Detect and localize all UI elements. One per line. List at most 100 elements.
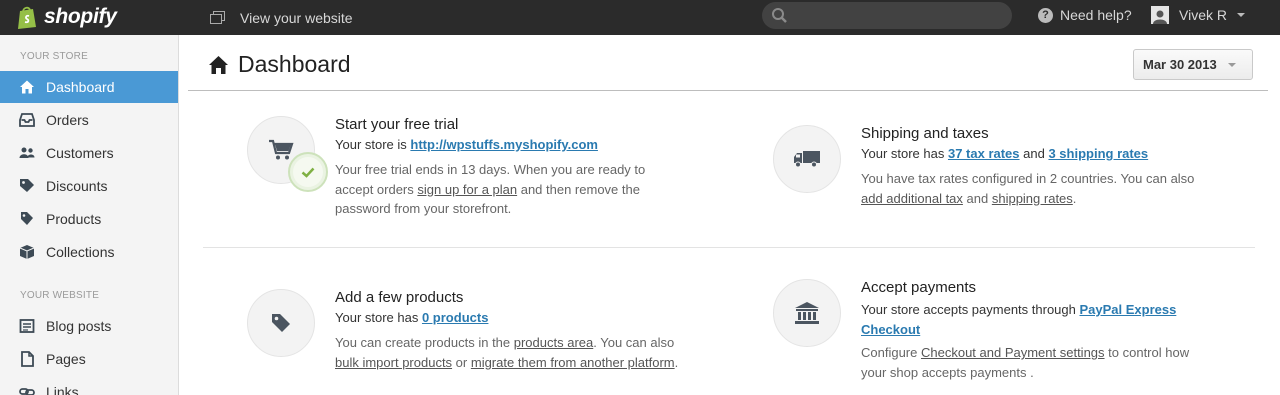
date-label: Mar 30 2013 [1143, 57, 1217, 72]
add-tax-link[interactable]: add additional tax [861, 191, 963, 206]
card-title: Start your free trial [335, 116, 459, 133]
products-area-link[interactable]: products area [514, 335, 594, 350]
paypal-link-continued[interactable]: Checkout [861, 322, 920, 337]
home-icon [209, 55, 228, 74]
bulk-import-link[interactable]: bulk import products [335, 355, 452, 370]
sidebar-item-dashboard[interactable]: Dashboard [0, 71, 178, 103]
shopify-bag-icon [18, 6, 36, 29]
desc-line: Configure Checkout and Payment settings … [861, 343, 1261, 363]
pages-icon [21, 351, 34, 367]
subline-text: Your store is [335, 137, 411, 152]
truck-icon [794, 151, 820, 168]
card-subline: Your store is http://wpstuffs.myshopify.… [335, 137, 598, 152]
check-badge [288, 152, 328, 192]
bank-icon-circle [773, 279, 841, 347]
card-description: Your free trial ends in 13 days. When yo… [335, 160, 735, 219]
sidebar-item-label: Dashboard [46, 79, 115, 95]
products-count-link[interactable]: 0 products [422, 310, 488, 325]
avatar [1151, 6, 1169, 24]
sidebar-item-products[interactable]: Products [0, 203, 178, 235]
help-icon: ? [1038, 7, 1053, 23]
sidebar-item-blog-posts[interactable]: Blog posts [0, 310, 178, 342]
section-label-website: YOUR WEBSITE [20, 290, 100, 301]
check-badge-inner [293, 157, 323, 187]
sidebar-item-label: Discounts [46, 178, 108, 194]
cart-icon [269, 139, 294, 160]
date-picker-button[interactable]: Mar 30 2013 [1133, 49, 1253, 80]
desc-line: password from your storefront. [335, 201, 512, 216]
bank-icon [795, 302, 819, 324]
desc-text: and then remove the [517, 181, 640, 197]
shipping-rates-settings-link[interactable]: shipping rates [992, 191, 1073, 206]
link-icon [19, 388, 35, 395]
sidebar-item-label: Links [46, 384, 79, 395]
tag-icon [272, 314, 290, 332]
user-name: Vivek R [1179, 7, 1227, 23]
card-description: You can create products in the products … [335, 333, 735, 372]
card-subline: Your store has 0 products [335, 310, 488, 325]
subline-text: Your store has [335, 310, 422, 325]
blog-icon [19, 319, 35, 333]
card-description: Configure Checkout and Payment settings … [861, 343, 1261, 382]
subline-text: Your store accepts payments through [861, 302, 1080, 317]
desc-text: or [452, 354, 471, 370]
tax-rates-link[interactable]: 37 tax rates [948, 146, 1020, 161]
paypal-link[interactable]: PayPal Express [1079, 302, 1176, 317]
tag-icon [21, 212, 33, 225]
sidebar-item-label: Pages [46, 351, 86, 367]
desc-line: accept orders sign up for a plan and the… [335, 180, 735, 200]
view-website-label: View your website [240, 9, 353, 26]
section-label-store: YOUR STORE [20, 51, 88, 62]
card-subline: Your store accepts payments through PayP… [861, 300, 1176, 340]
sidebar-item-label: Collections [46, 244, 115, 260]
search-input[interactable] [762, 2, 1012, 29]
desc-line: add additional tax and shipping rates. [861, 189, 1261, 209]
sidebar-item-discounts[interactable]: Discounts [0, 170, 178, 202]
sidebar-item-collections[interactable]: Collections [0, 236, 178, 268]
user-menu[interactable]: Vivek R [1151, 0, 1245, 30]
checkmark-icon [301, 167, 315, 178]
desc-text: Configure [861, 345, 921, 360]
sidebar-item-label: Customers [46, 145, 114, 161]
shopify-logo[interactable]: shopify [17, 4, 117, 30]
help-link[interactable]: ? Need help? [1038, 0, 1132, 30]
desc-text: . You can also [593, 335, 675, 350]
help-label: Need help? [1060, 7, 1132, 23]
page-title: Dashboard [208, 51, 351, 78]
window-icon [210, 11, 225, 24]
inbox-icon [19, 113, 35, 127]
store-url-link[interactable]: http://wpstuffs.myshopify.com [410, 137, 598, 152]
card-title: Add a few products [335, 289, 464, 306]
box-icon [19, 245, 35, 259]
desc-text: to control how [1104, 345, 1190, 360]
checkout-settings-link[interactable]: Checkout and Payment settings [921, 345, 1105, 360]
migrate-platform-link[interactable]: migrate them from another platform [471, 355, 675, 370]
tag-icon-circle [247, 289, 315, 357]
chevron-down-icon [1227, 62, 1236, 67]
sidebar-item-label: Products [46, 211, 102, 227]
sidebar-item-label: Orders [46, 112, 89, 128]
sidebar-item-links[interactable]: Links [0, 376, 178, 395]
subline-row: Your store accepts payments through PayP… [861, 300, 1176, 320]
subline-text: Your store has [861, 146, 948, 161]
card-description: You have tax rates configured in 2 count… [861, 169, 1261, 208]
shipping-rates-link[interactable]: 3 shipping rates [1048, 146, 1148, 161]
sign-up-plan-link[interactable]: sign up for a plan [417, 182, 517, 197]
desc-line: You have tax rates configured in 2 count… [861, 171, 1195, 186]
sidebar-item-orders[interactable]: Orders [0, 104, 178, 136]
users-icon [19, 147, 35, 158]
sidebar-item-label: Blog posts [46, 318, 112, 334]
brand-name: shopify [44, 5, 117, 28]
top-bar: shopify View your website ? Need help? V… [0, 0, 1280, 35]
desc-line: Your free trial ends in 13 days. When yo… [335, 162, 646, 177]
desc-text: . [674, 354, 679, 370]
sidebar-item-customers[interactable]: Customers [0, 137, 178, 169]
sidebar: YOUR STORE Dashboard Orders Customers Di… [0, 35, 179, 395]
sidebar-item-pages[interactable]: Pages [0, 343, 178, 375]
view-website-link[interactable]: View your website [210, 0, 353, 35]
subline-row: Checkout [861, 320, 1176, 340]
scissors-icon [20, 179, 34, 192]
desc-text: accept orders [335, 181, 418, 197]
desc-line: bulk import products or migrate them fro… [335, 353, 735, 373]
desc-line: your shop accepts payments . [861, 364, 1034, 380]
